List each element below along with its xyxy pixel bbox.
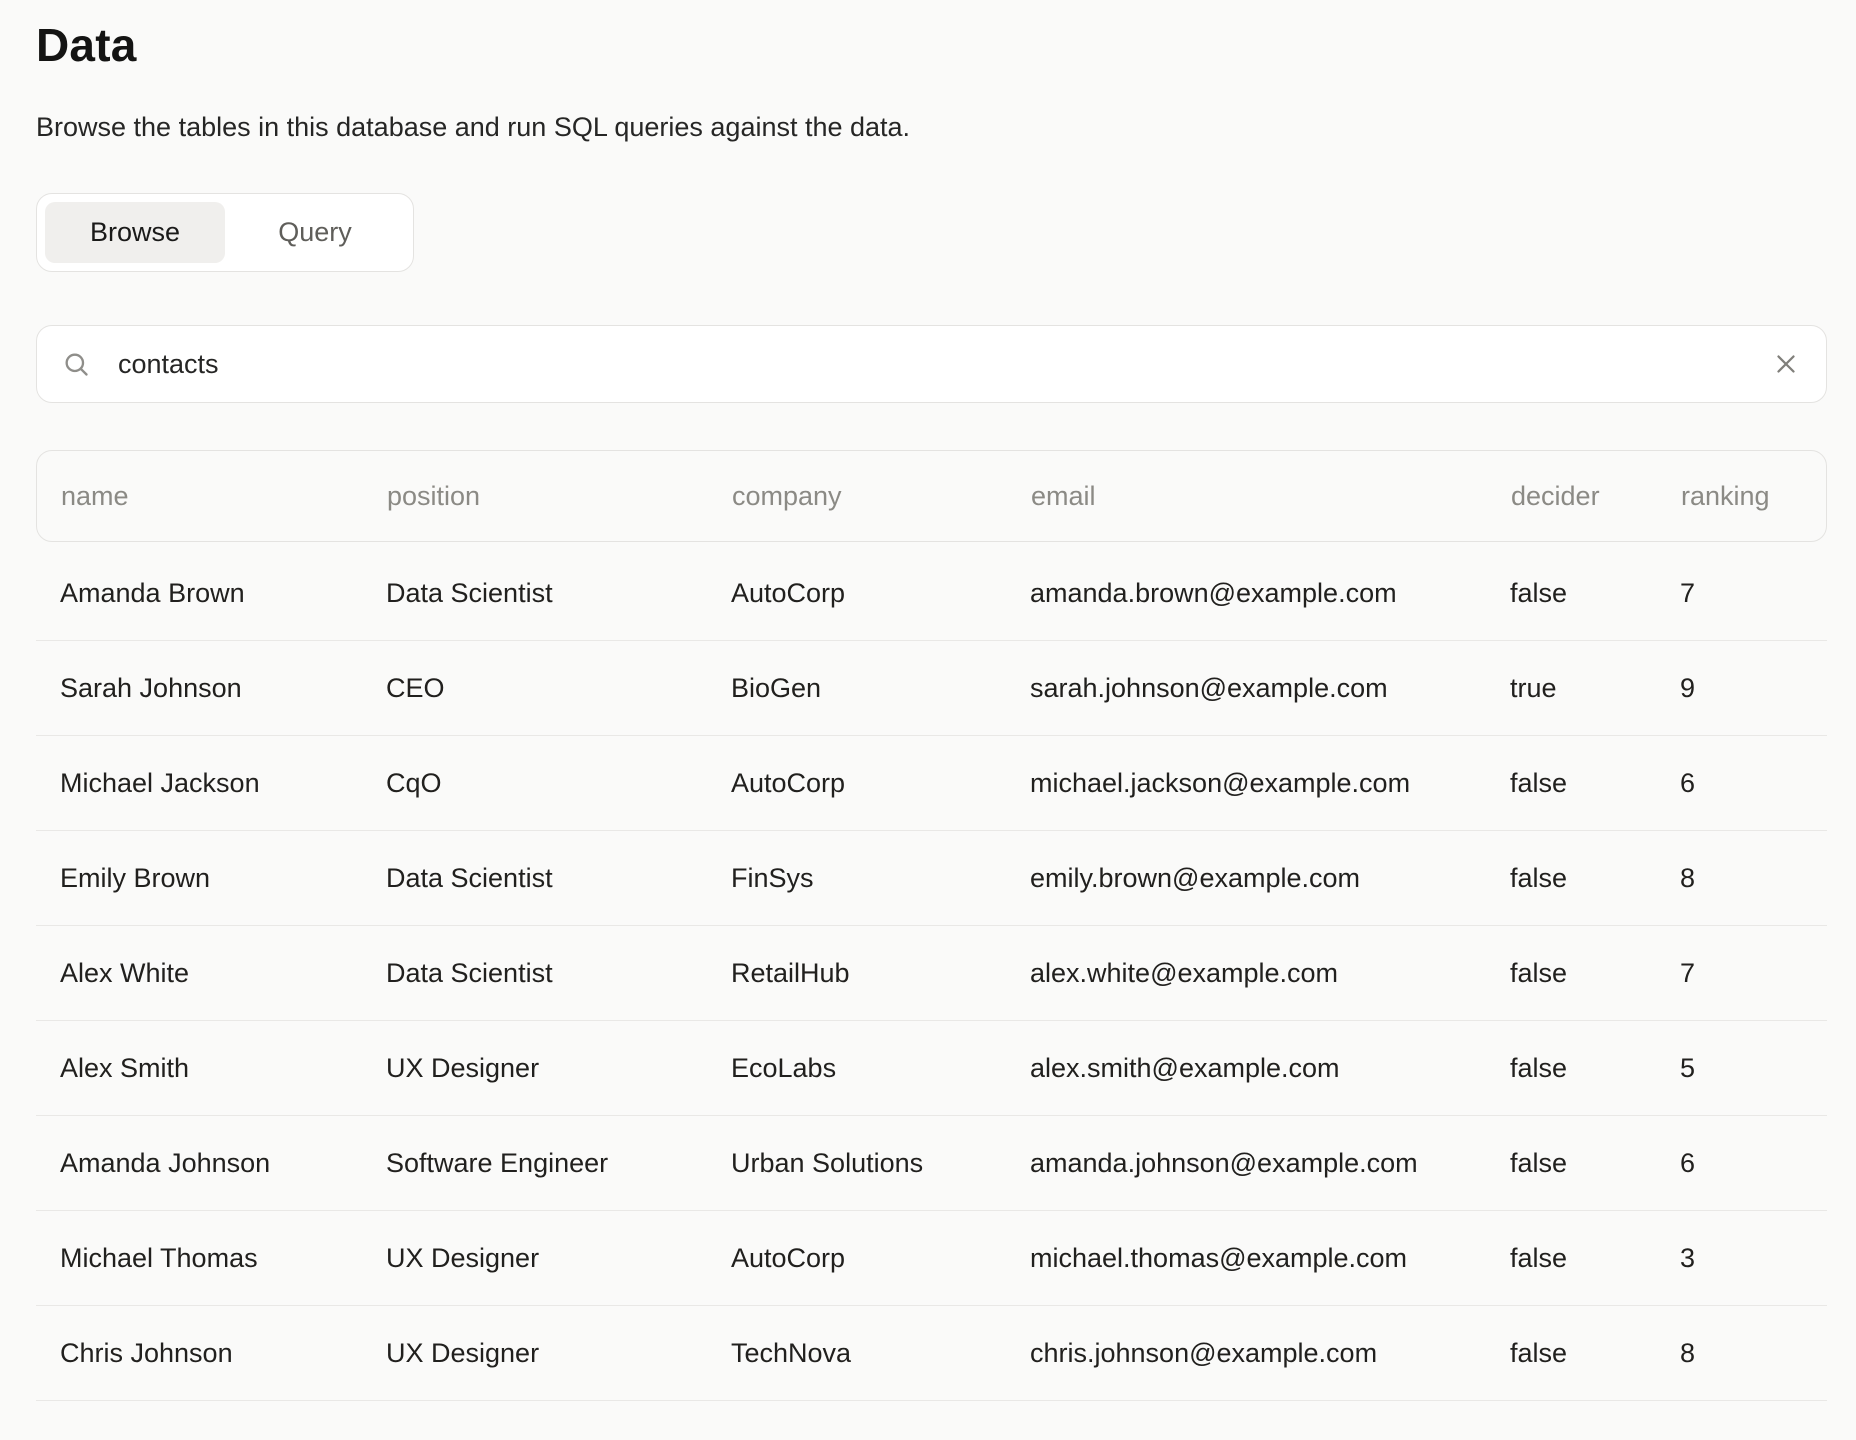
cell-ranking: 7: [1656, 958, 1827, 989]
page-subtitle: Browse the tables in this database and r…: [36, 111, 1827, 143]
table-row[interactable]: Alex White Data Scientist RetailHub alex…: [36, 926, 1827, 1021]
page-content: Data Browse the tables in this database …: [36, 0, 1827, 1401]
cell-name: Michael Thomas: [36, 1243, 362, 1274]
cell-email: sarah.johnson@example.com: [1006, 673, 1486, 704]
cell-email: amanda.brown@example.com: [1006, 578, 1486, 609]
cell-email: michael.thomas@example.com: [1006, 1243, 1486, 1274]
cell-company: EcoLabs: [707, 1053, 1006, 1084]
cell-ranking: 6: [1656, 1148, 1827, 1179]
cell-decider: false: [1486, 578, 1656, 609]
cell-company: AutoCorp: [707, 768, 1006, 799]
clear-search-button[interactable]: [1771, 349, 1801, 379]
table-header: namepositioncompanyemaildeciderranking: [36, 450, 1827, 542]
search-input[interactable]: [116, 326, 1771, 402]
cell-ranking: 3: [1656, 1243, 1827, 1274]
table-row[interactable]: Michael Jackson CqO AutoCorp michael.jac…: [36, 736, 1827, 831]
table-row[interactable]: Sarah Johnson CEO BioGen sarah.johnson@e…: [36, 641, 1827, 736]
cell-position: CEO: [362, 673, 707, 704]
cell-decider: false: [1486, 863, 1656, 894]
table-row[interactable]: Chris Johnson UX Designer TechNova chris…: [36, 1306, 1827, 1401]
column-header-company: company: [708, 481, 1007, 512]
cell-position: CqO: [362, 768, 707, 799]
cell-name: Chris Johnson: [36, 1338, 362, 1369]
cell-decider: false: [1486, 958, 1656, 989]
cell-decider: true: [1486, 673, 1656, 704]
column-header-name: name: [37, 481, 363, 512]
cell-decider: false: [1486, 768, 1656, 799]
cell-email: alex.smith@example.com: [1006, 1053, 1486, 1084]
cell-company: BioGen: [707, 673, 1006, 704]
cell-name: Amanda Brown: [36, 578, 362, 609]
cell-position: UX Designer: [362, 1338, 707, 1369]
cell-decider: false: [1486, 1243, 1656, 1274]
tab-group: Browse Query: [36, 193, 414, 272]
cell-email: emily.brown@example.com: [1006, 863, 1486, 894]
tab-browse[interactable]: Browse: [45, 202, 225, 263]
cell-decider: false: [1486, 1338, 1656, 1369]
cell-decider: false: [1486, 1053, 1656, 1084]
search-icon: [62, 350, 90, 378]
cell-company: TechNova: [707, 1338, 1006, 1369]
table-row[interactable]: Emily Brown Data Scientist FinSys emily.…: [36, 831, 1827, 926]
cell-ranking: 8: [1656, 863, 1827, 894]
cell-ranking: 7: [1656, 578, 1827, 609]
search-box[interactable]: [36, 325, 1827, 403]
cell-name: Michael Jackson: [36, 768, 362, 799]
cell-position: Data Scientist: [362, 863, 707, 894]
column-header-decider: decider: [1487, 481, 1657, 512]
cell-email: amanda.johnson@example.com: [1006, 1148, 1486, 1179]
page-title: Data: [36, 18, 1827, 73]
table-row[interactable]: Amanda Brown Data Scientist AutoCorp ama…: [36, 546, 1827, 641]
cell-position: Data Scientist: [362, 958, 707, 989]
cell-name: Sarah Johnson: [36, 673, 362, 704]
cell-ranking: 8: [1656, 1338, 1827, 1369]
table-row[interactable]: Michael Thomas UX Designer AutoCorp mich…: [36, 1211, 1827, 1306]
cell-position: UX Designer: [362, 1243, 707, 1274]
table-body: Amanda Brown Data Scientist AutoCorp ama…: [36, 546, 1827, 1401]
column-header-email: email: [1007, 481, 1487, 512]
cell-company: FinSys: [707, 863, 1006, 894]
tab-query[interactable]: Query: [225, 202, 405, 263]
cell-position: Data Scientist: [362, 578, 707, 609]
cell-ranking: 5: [1656, 1053, 1827, 1084]
cell-company: AutoCorp: [707, 578, 1006, 609]
cell-name: Alex Smith: [36, 1053, 362, 1084]
column-header-position: position: [363, 481, 708, 512]
cell-company: Urban Solutions: [707, 1148, 1006, 1179]
cell-ranking: 9: [1656, 673, 1827, 704]
cell-company: RetailHub: [707, 958, 1006, 989]
cell-email: michael.jackson@example.com: [1006, 768, 1486, 799]
table-row[interactable]: Alex Smith UX Designer EcoLabs alex.smit…: [36, 1021, 1827, 1116]
cell-decider: false: [1486, 1148, 1656, 1179]
cell-position: Software Engineer: [362, 1148, 707, 1179]
table-row[interactable]: Amanda Johnson Software Engineer Urban S…: [36, 1116, 1827, 1211]
cell-email: chris.johnson@example.com: [1006, 1338, 1486, 1369]
close-icon: [1771, 349, 1801, 379]
cell-name: Emily Brown: [36, 863, 362, 894]
cell-company: AutoCorp: [707, 1243, 1006, 1274]
cell-email: alex.white@example.com: [1006, 958, 1486, 989]
cell-ranking: 6: [1656, 768, 1827, 799]
cell-name: Amanda Johnson: [36, 1148, 362, 1179]
column-header-ranking: ranking: [1657, 481, 1826, 512]
cell-name: Alex White: [36, 958, 362, 989]
cell-position: UX Designer: [362, 1053, 707, 1084]
